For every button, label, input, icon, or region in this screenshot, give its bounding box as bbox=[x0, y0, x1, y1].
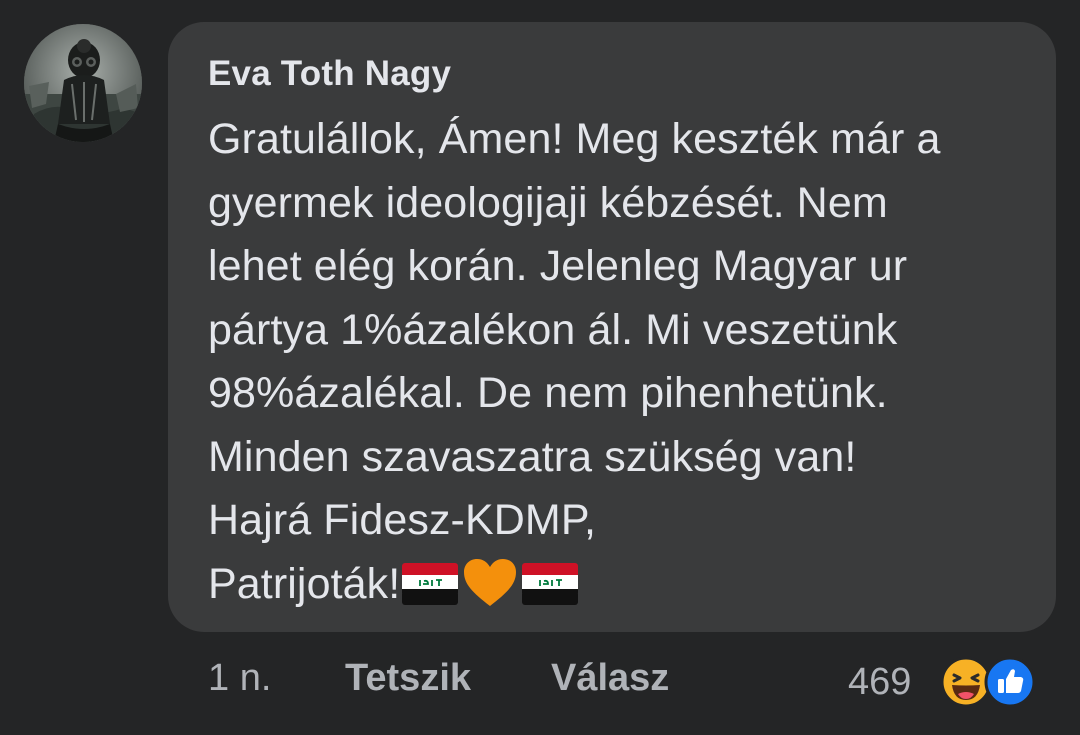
comment-line-last: Patrijoták! bbox=[208, 553, 1038, 618]
comment-line-text: Patrijoták! bbox=[208, 559, 401, 608]
comment-line: gyermek ideologijaji kébzését. Nem bbox=[208, 178, 888, 227]
author-name[interactable]: Eva Toth Nagy bbox=[208, 54, 451, 94]
avatar-image bbox=[24, 24, 142, 142]
iraq-flag-emoji bbox=[402, 563, 459, 606]
comment-line: 98%ázalékal. De nem pihenhetünk. bbox=[208, 369, 888, 417]
reaction-count[interactable]: 469 bbox=[848, 661, 911, 704]
emoji-group bbox=[400, 554, 580, 618]
like-reaction-icon bbox=[984, 656, 1036, 708]
comment-line: Hajrá Fidesz-KDMP, bbox=[208, 496, 597, 544]
comment-line: Gratulállok, Ámen! Meg keszték már a bbox=[208, 115, 941, 163]
reply-button[interactable]: Válasz bbox=[551, 657, 669, 700]
iraq-flag-emoji bbox=[522, 563, 579, 606]
author-avatar[interactable] bbox=[24, 24, 142, 142]
like-button[interactable]: Tetszik bbox=[345, 657, 471, 700]
comment-timestamp[interactable]: 1 n. bbox=[208, 657, 271, 700]
comment-text: Gratulállok, Ámen! Meg keszték már a gye… bbox=[208, 108, 1038, 618]
reaction-summary[interactable] bbox=[940, 656, 1040, 708]
comment-line: pártya 1%ázalékon ál. Mi veszetünk bbox=[208, 305, 898, 354]
comment-line: lehet elég korán. Jelenleg Magyar ur bbox=[208, 242, 908, 290]
comment-actions: 1 n. Tetszik Válasz 469 bbox=[208, 656, 1080, 708]
comment: Eva Toth Nagy Gratulállok, Ámen! Meg kes… bbox=[0, 0, 1080, 735]
comment-bubble: Eva Toth Nagy Gratulállok, Ámen! Meg kes… bbox=[168, 22, 1056, 632]
orange-heart-emoji bbox=[464, 559, 517, 607]
comment-line: Minden szavaszatra szükség van! bbox=[208, 432, 857, 481]
